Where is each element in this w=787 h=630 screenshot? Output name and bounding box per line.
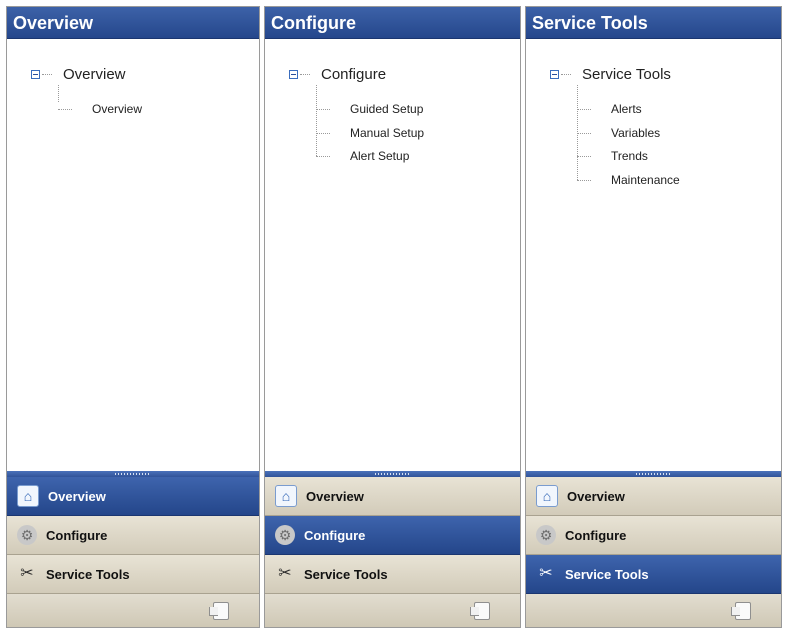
tree-connector — [577, 108, 591, 110]
tree-connector — [300, 73, 310, 75]
tools-icon: ✂ — [278, 565, 292, 582]
nav-item-configure[interactable]: ⚙ Configure — [265, 516, 520, 555]
gear-icon: ⚙ — [536, 525, 556, 545]
tree-item-label[interactable]: Trends — [611, 149, 648, 163]
tree-root[interactable]: Service Tools — [550, 64, 671, 84]
panel-footer — [7, 594, 259, 627]
tree-item-overview[interactable]: Overview — [58, 100, 142, 118]
panel-footer — [526, 594, 781, 627]
tree-connector — [316, 108, 330, 110]
tree-item-alerts[interactable]: Alerts — [577, 100, 642, 118]
navigation-tree: Overview Overview — [7, 40, 259, 471]
nav-item-label: Service Tools — [46, 566, 130, 582]
nav-item-label: Overview — [306, 488, 364, 504]
tree-item-label[interactable]: Maintenance — [611, 173, 680, 187]
nav-item-service-tools[interactable]: ✂ Service Tools — [526, 555, 781, 594]
tree-connector — [577, 155, 591, 157]
nav-item-label: Overview — [567, 488, 625, 504]
tree-connector — [316, 132, 330, 134]
tree-item-manual-setup[interactable]: Manual Setup — [316, 124, 424, 142]
grip-icon[interactable] — [635, 473, 672, 475]
service-tools-panel: Service Tools Service Tools Alerts Varia… — [525, 6, 782, 628]
tree-root-label[interactable]: Overview — [63, 66, 126, 83]
navigation-tree: Configure Guided Setup Manual Setup Aler… — [265, 40, 520, 471]
nav-item-overview[interactable]: ⌂ Overview — [526, 477, 781, 516]
collapse-icon[interactable] — [550, 69, 559, 79]
nav-item-label: Configure — [565, 527, 627, 543]
tree-connector — [316, 155, 330, 157]
tools-icon: ✂ — [539, 565, 553, 582]
bottom-nav: ⌂ Overview ⚙ Configure ✂ Service Tools — [526, 477, 781, 594]
grip-icon[interactable] — [374, 473, 411, 475]
tree-item-label[interactable]: Manual Setup — [350, 126, 424, 140]
panel-header: Configure — [265, 7, 520, 39]
tree-connector — [58, 108, 72, 110]
nav-item-service-tools[interactable]: ✂ Service Tools — [265, 555, 520, 594]
tree-item-maintenance[interactable]: Maintenance — [577, 171, 680, 189]
tree-item-label[interactable]: Guided Setup — [350, 102, 423, 116]
overview-panel: Overview Overview Overview ⌂ Overview ⚙ … — [6, 6, 260, 628]
grip-icon[interactable] — [115, 473, 151, 475]
tree-connector — [577, 179, 591, 181]
panel-footer — [265, 594, 520, 627]
nav-item-label: Overview — [48, 488, 106, 504]
panel-header: Overview — [7, 7, 259, 39]
tree-branch-line — [316, 85, 317, 156]
home-icon: ⌂ — [536, 485, 558, 507]
tree-connector — [577, 132, 591, 134]
tree-connector — [561, 73, 571, 75]
tree-item-guided-setup[interactable]: Guided Setup — [316, 100, 423, 118]
tree-item-trends[interactable]: Trends — [577, 147, 648, 165]
nav-item-label: Configure — [46, 527, 108, 543]
tree-root[interactable]: Configure — [289, 64, 386, 84]
tree-root-label[interactable]: Configure — [321, 66, 386, 83]
tools-icon: ✂ — [20, 565, 34, 582]
nav-item-label: Service Tools — [565, 566, 649, 582]
collapse-icon[interactable] — [289, 69, 298, 79]
panel-options-icon[interactable] — [731, 602, 751, 620]
nav-item-configure[interactable]: ⚙ Configure — [7, 516, 259, 555]
bottom-nav: ⌂ Overview ⚙ Configure ✂ Service Tools — [7, 477, 259, 594]
tree-item-label[interactable]: Overview — [92, 102, 142, 116]
panel-header: Service Tools — [526, 7, 781, 39]
tree-root[interactable]: Overview — [31, 64, 126, 84]
tree-item-variables[interactable]: Variables — [577, 124, 660, 142]
tree-item-label[interactable]: Alerts — [611, 102, 642, 116]
tree-root-label[interactable]: Service Tools — [582, 66, 671, 83]
nav-item-service-tools[interactable]: ✂ Service Tools — [7, 555, 259, 594]
nav-item-overview[interactable]: ⌂ Overview — [7, 477, 259, 516]
nav-item-label: Service Tools — [304, 566, 388, 582]
tree-item-label[interactable]: Variables — [611, 126, 660, 140]
nav-item-overview[interactable]: ⌂ Overview — [265, 477, 520, 516]
home-icon: ⌂ — [17, 485, 39, 507]
nav-item-label: Configure — [304, 527, 366, 543]
tree-item-alert-setup[interactable]: Alert Setup — [316, 147, 409, 165]
tree-connector — [42, 73, 52, 75]
panel-options-icon[interactable] — [209, 602, 229, 620]
navigation-tree: Service Tools Alerts Variables Trends Ma… — [526, 40, 781, 471]
gear-icon: ⚙ — [17, 525, 37, 545]
nav-item-configure[interactable]: ⚙ Configure — [526, 516, 781, 555]
bottom-nav: ⌂ Overview ⚙ Configure ✂ Service Tools — [265, 477, 520, 594]
gear-icon: ⚙ — [275, 525, 295, 545]
collapse-icon[interactable] — [31, 69, 40, 79]
configure-panel: Configure Configure Guided Setup Manual … — [264, 6, 521, 628]
home-icon: ⌂ — [275, 485, 297, 507]
panel-options-icon[interactable] — [470, 602, 490, 620]
tree-item-label[interactable]: Alert Setup — [350, 149, 409, 163]
